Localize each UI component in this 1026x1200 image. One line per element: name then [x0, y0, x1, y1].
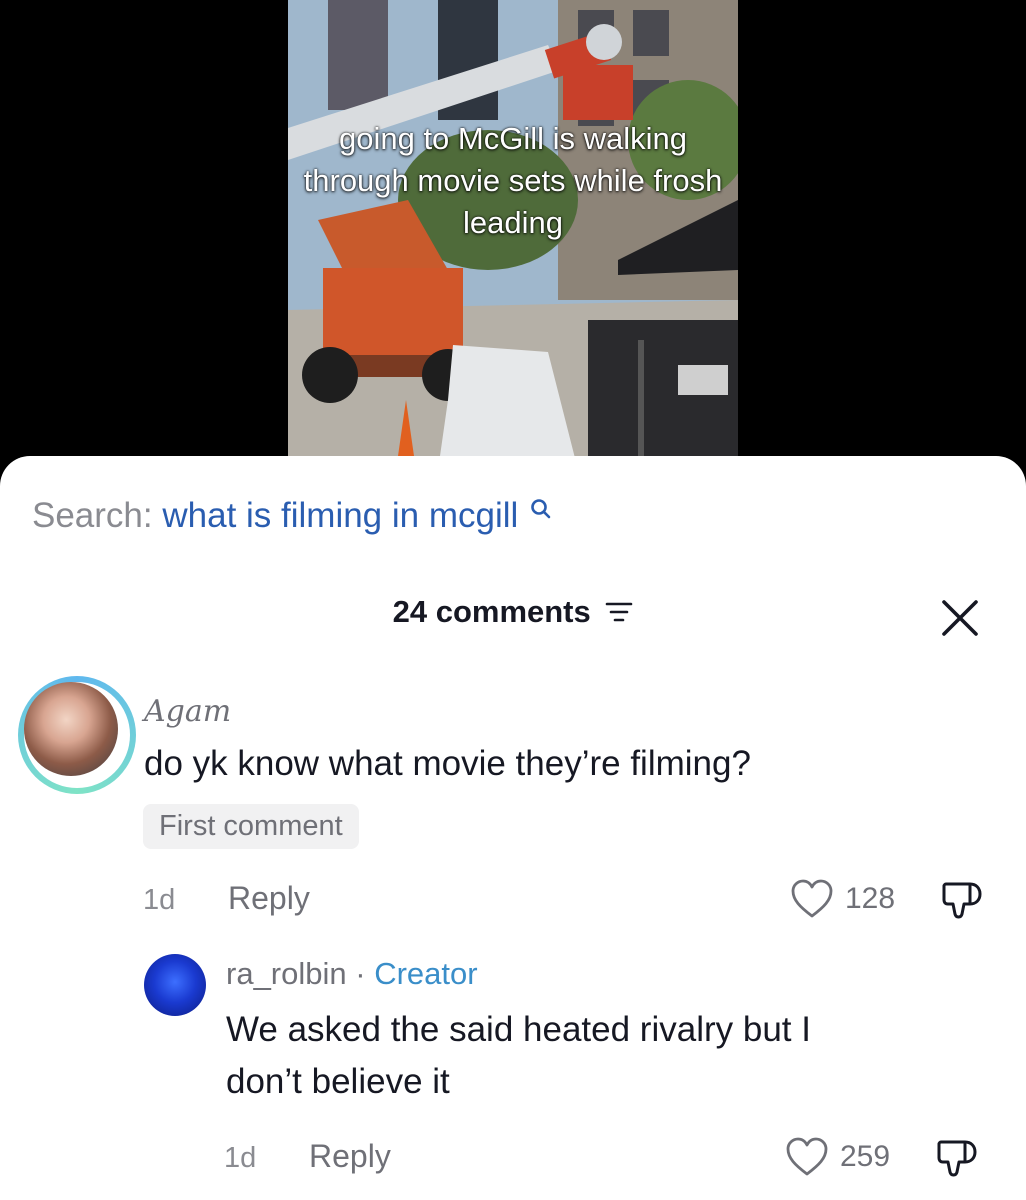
video-caption: going to McGill is walking through movie… [303, 121, 723, 240]
reply-item: ra_rolbin · Creator We asked the said he… [0, 954, 1026, 1194]
video-frame[interactable]: going to McGill is walking through movie… [288, 0, 738, 470]
comments-sheet: Search: what is filming in mcgill 24 com… [0, 456, 1026, 1200]
comment-text: do yk know what movie they’re filming? [144, 744, 751, 783]
first-comment-badge: First comment [143, 804, 359, 849]
avatar[interactable] [18, 676, 136, 794]
comment-time: 1d [143, 884, 176, 916]
reply-username[interactable]: ra_rolbin [226, 956, 347, 991]
sort-icon[interactable] [605, 601, 633, 623]
separator-dot: · [355, 956, 366, 991]
search-prefix: Search: [32, 496, 153, 535]
reply-avatar[interactable] [144, 954, 206, 1016]
like-count: 128 [845, 882, 896, 915]
comment-username[interactable]: Agam [144, 694, 231, 729]
like-icon[interactable] [785, 1136, 829, 1178]
comment-item: Agam do yk know what movie they’re filmi… [0, 676, 1026, 936]
reply-text-line-2: don’t believe it [226, 1062, 450, 1101]
search-suggestion[interactable]: Search: what is filming in mcgill [32, 496, 552, 536]
comments-count: 24 comments [392, 594, 591, 629]
like-icon[interactable] [790, 878, 834, 920]
dislike-icon[interactable] [940, 878, 986, 922]
close-icon [942, 600, 978, 636]
creator-label: Creator [374, 956, 478, 991]
reply-button[interactable]: Reply [228, 880, 310, 917]
dislike-icon[interactable] [935, 1136, 981, 1180]
like-count: 259 [840, 1140, 891, 1173]
reply-time: 1d [224, 1142, 257, 1174]
reply-button[interactable]: Reply [309, 1138, 391, 1175]
reply-text-line-1: We asked the said heated rivalry but I [226, 1010, 811, 1049]
search-query-link[interactable]: what is filming in mcgill [162, 496, 518, 535]
comments-header: 24 comments [0, 594, 1026, 630]
search-icon [531, 499, 551, 519]
video-player[interactable]: going to McGill is walking through movie… [0, 0, 1026, 470]
close-button[interactable] [938, 596, 982, 640]
reply-username-row: ra_rolbin · Creator [226, 956, 478, 992]
